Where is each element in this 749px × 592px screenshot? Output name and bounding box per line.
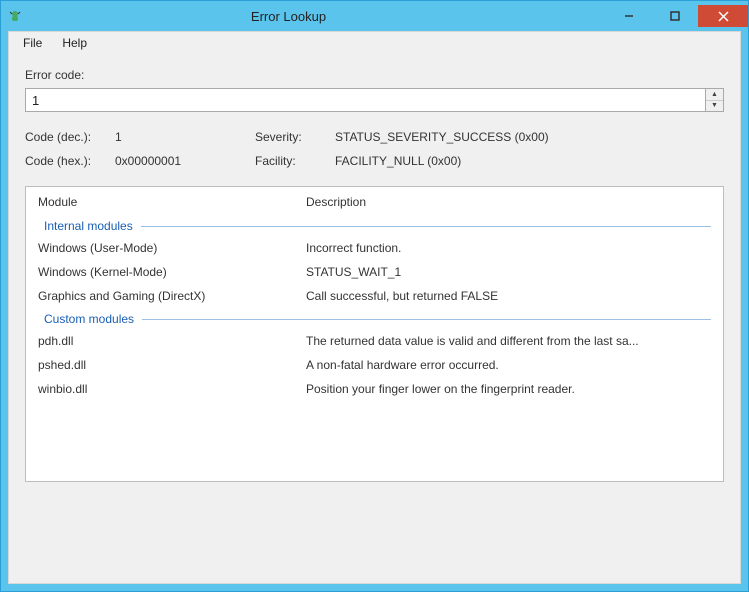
list-item[interactable]: Windows (User-Mode) Incorrect function. xyxy=(26,237,723,261)
body-area: Error code: ▲ ▼ Code (dec.): 1 Severity:… xyxy=(9,54,740,492)
row-desc: Incorrect function. xyxy=(306,239,711,259)
row-module: pshed.dll xyxy=(38,356,306,376)
error-code-label: Error code: xyxy=(25,68,724,82)
results-header: Module Description xyxy=(26,187,723,215)
list-item[interactable]: pshed.dll A non-fatal hardware error occ… xyxy=(26,354,723,378)
content-area: File Help Error code: ▲ ▼ Code (dec.): 1… xyxy=(8,31,741,584)
row-module: Windows (User-Mode) xyxy=(38,239,306,259)
close-button[interactable] xyxy=(698,5,748,27)
row-desc: STATUS_WAIT_1 xyxy=(306,263,711,283)
row-desc: Position your finger lower on the finger… xyxy=(306,380,711,400)
row-module: Graphics and Gaming (DirectX) xyxy=(38,287,306,307)
facility-label: Facility: xyxy=(255,154,335,168)
row-module: winbio.dll xyxy=(38,380,306,400)
facility-value: FACILITY_NULL (0x00) xyxy=(335,154,724,168)
spin-up-button[interactable]: ▲ xyxy=(706,89,723,101)
column-module-header[interactable]: Module xyxy=(38,195,306,209)
input-row: ▲ ▼ xyxy=(25,88,724,112)
group-internal-header: Internal modules xyxy=(26,215,723,237)
row-desc: Call successful, but returned FALSE xyxy=(306,287,711,307)
column-description-header[interactable]: Description xyxy=(306,195,711,209)
menu-help[interactable]: Help xyxy=(52,33,97,53)
window-title: Error Lookup xyxy=(0,9,606,24)
row-desc: A non-fatal hardware error occurred. xyxy=(306,356,711,376)
group-custom-label: Custom modules xyxy=(44,312,134,326)
group-custom-header: Custom modules xyxy=(26,308,723,330)
code-dec-label: Code (dec.): xyxy=(25,130,115,144)
severity-value: STATUS_SEVERITY_SUCCESS (0x00) xyxy=(335,130,724,144)
maximize-button[interactable] xyxy=(652,5,698,27)
row-module: pdh.dll xyxy=(38,332,306,352)
info-grid: Code (dec.): 1 Severity: STATUS_SEVERITY… xyxy=(25,130,724,168)
minimize-button[interactable] xyxy=(606,5,652,27)
row-desc: The returned data value is valid and dif… xyxy=(306,332,711,352)
group-internal-label: Internal modules xyxy=(44,219,133,233)
list-item[interactable]: winbio.dll Position your finger lower on… xyxy=(26,378,723,402)
list-item[interactable]: Windows (Kernel-Mode) STATUS_WAIT_1 xyxy=(26,261,723,285)
list-item[interactable]: Graphics and Gaming (DirectX) Call succe… xyxy=(26,285,723,309)
titlebar[interactable]: Error Lookup xyxy=(1,1,748,31)
window-controls xyxy=(606,5,748,27)
menu-file[interactable]: File xyxy=(13,33,52,53)
results-panel: Module Description Internal modules Wind… xyxy=(25,186,724,482)
row-module: Windows (Kernel-Mode) xyxy=(38,263,306,283)
error-code-input[interactable] xyxy=(25,88,706,112)
severity-label: Severity: xyxy=(255,130,335,144)
code-dec-value: 1 xyxy=(115,130,255,144)
list-item[interactable]: pdh.dll The returned data value is valid… xyxy=(26,330,723,354)
window: Error Lookup File Help Error code: ▲ xyxy=(0,0,749,592)
code-hex-label: Code (hex.): xyxy=(25,154,115,168)
spin-down-button[interactable]: ▼ xyxy=(706,101,723,112)
spinner: ▲ ▼ xyxy=(706,88,724,112)
code-hex-value: 0x00000001 xyxy=(115,154,255,168)
menubar: File Help xyxy=(9,32,740,54)
